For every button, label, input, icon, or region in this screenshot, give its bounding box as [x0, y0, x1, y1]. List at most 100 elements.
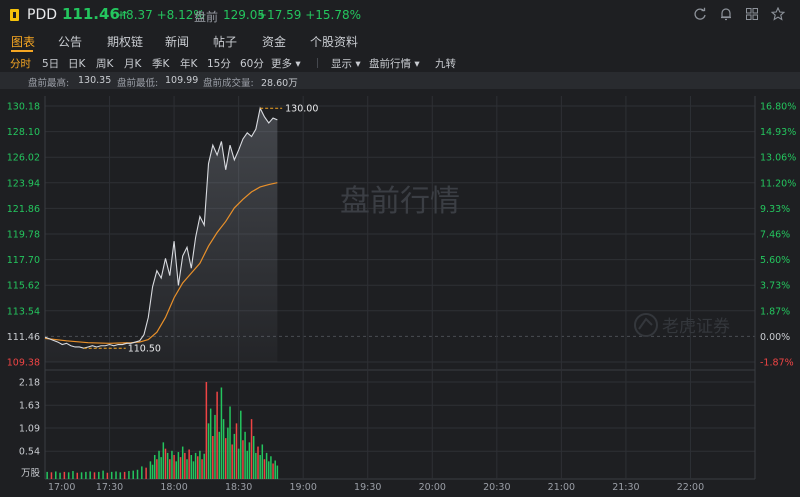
- period-yearly[interactable]: 年K: [180, 56, 197, 71]
- volume-bar: [220, 387, 223, 479]
- time-tick-label: 19:00: [289, 482, 316, 493]
- volume-bar: [274, 460, 276, 479]
- market-flag-icon: [10, 9, 19, 21]
- volume-bar: [67, 472, 70, 479]
- volume-bar: [257, 446, 259, 479]
- period-weekly[interactable]: 周K: [96, 56, 113, 71]
- volume-bar: [162, 442, 165, 479]
- volume-bar: [214, 414, 216, 479]
- volume-bar: [235, 423, 238, 479]
- ticker-symbol: PDD: [27, 7, 58, 23]
- volume-bar: [184, 452, 186, 479]
- refresh-icon[interactable]: [692, 7, 708, 23]
- premarket-stats: 盘前最高: 130.35 盘前最低: 109.99 盘前成交量: 28.60万: [0, 72, 800, 89]
- volume-bar: [166, 452, 169, 479]
- brand-logo: 老虎证券: [634, 313, 730, 337]
- volume-bar: [98, 471, 100, 479]
- volume-bar: [179, 457, 182, 479]
- volume-bar: [248, 442, 251, 479]
- period-15m[interactable]: 15分: [207, 56, 231, 71]
- detail-tabs: 图表 公告 期权链 新闻 帖子 资金 个股资料: [0, 30, 800, 52]
- volume-bar: [173, 455, 175, 479]
- period-more[interactable]: 更多 ▾: [271, 56, 301, 71]
- bell-icon[interactable]: [718, 7, 734, 23]
- nine-turn-toggle[interactable]: 九转: [435, 56, 456, 71]
- price-tick-label: 117.70: [7, 255, 40, 266]
- low-label: 110.50: [128, 344, 161, 355]
- brand-logo-icon: [634, 313, 658, 337]
- high-label: 130.00: [285, 104, 318, 115]
- tab-posts[interactable]: 帖子: [213, 33, 237, 50]
- grid-icon[interactable]: [744, 7, 760, 23]
- volume-unit-label: 万股: [21, 468, 41, 479]
- display-menu[interactable]: 显示 ▾: [331, 56, 361, 71]
- volume-tick-label: 2.18: [19, 378, 40, 389]
- volume-bar: [242, 440, 244, 479]
- period-60m[interactable]: 60分: [240, 56, 264, 71]
- volume-bar: [224, 438, 227, 479]
- volume-bar: [201, 459, 203, 479]
- time-tick-label: 21:00: [548, 482, 575, 493]
- volume-bar: [93, 472, 96, 479]
- volume-bar: [272, 463, 274, 479]
- percent-tick-label: 0.00%: [760, 332, 790, 343]
- volume-bar: [261, 444, 264, 479]
- period-monthly[interactable]: 月K: [124, 56, 141, 71]
- stat-low-value: 109.99: [165, 75, 199, 86]
- period-quarterly[interactable]: 季K: [152, 56, 169, 71]
- tab-capital[interactable]: 资金: [262, 33, 286, 50]
- tab-announcements[interactable]: 公告: [58, 33, 82, 50]
- volume-bar: [59, 472, 61, 479]
- premarket-label: 盘前: [194, 10, 219, 24]
- percent-tick-label: 11.20%: [760, 178, 796, 189]
- volume-bar: [186, 459, 188, 479]
- period-5d[interactable]: 5日: [42, 56, 59, 71]
- brand-name: 老虎证券: [662, 317, 730, 337]
- tab-chart[interactable]: 图表: [11, 33, 35, 50]
- volume-bar: [145, 467, 147, 479]
- premarket-change: +17.59 +15.78%: [257, 8, 362, 22]
- intraday-chart[interactable]: 盘前行情 老虎证券 130.00 110.50 130.18 16.80% 128.1…: [0, 89, 800, 497]
- price-tick-label: 115.62: [7, 281, 40, 292]
- percent-tick-label: 14.93%: [760, 127, 796, 138]
- volume-bar: [72, 471, 74, 479]
- volume-bar: [119, 472, 122, 479]
- period-intraday[interactable]: 分时: [10, 56, 31, 71]
- time-tick-label: 20:00: [419, 482, 446, 493]
- tab-news[interactable]: 新闻: [165, 33, 189, 50]
- volume-bar: [50, 472, 53, 479]
- volume-bar: [197, 456, 199, 479]
- premarket-menu[interactable]: 盘前行情 ▾: [369, 56, 420, 71]
- volume-bar: [231, 444, 233, 479]
- volume-bar: [203, 453, 205, 479]
- watermark: 盘前行情: [340, 184, 460, 219]
- volume-bar: [149, 461, 152, 479]
- percent-tick-label: 9.33%: [760, 204, 790, 215]
- volume-bar: [123, 471, 126, 479]
- volume-bar: [205, 382, 208, 479]
- price-tick-label: 119.78: [7, 230, 40, 241]
- volume-bar: [190, 455, 193, 479]
- quote-header: PDD 111.46↑ +8.37 +8.12% 盘前 129.05 +17.5…: [0, 0, 800, 30]
- time-tick-label: 17:30: [96, 482, 123, 493]
- stat-vol-value: 28.60万: [261, 78, 298, 89]
- volume-tick-label: 1.09: [19, 424, 40, 435]
- price-tick-label: 111.46: [7, 332, 40, 343]
- volume-bar: [160, 457, 162, 479]
- volume-bar: [199, 450, 201, 479]
- volume-bar: [132, 470, 134, 479]
- volume-bar: [244, 431, 246, 479]
- period-daily[interactable]: 日K: [68, 56, 85, 71]
- volume-bar: [207, 423, 210, 479]
- volume-bar: [80, 472, 83, 479]
- volume-bar: [263, 459, 266, 479]
- price-tick-label: 128.10: [7, 127, 40, 138]
- volume-bar: [181, 446, 184, 479]
- volume-bar: [209, 408, 212, 479]
- tab-options-chain[interactable]: 期权链: [107, 33, 143, 50]
- percent-tick-label: 1.87%: [760, 306, 790, 317]
- tab-profile[interactable]: 个股资料: [310, 33, 358, 50]
- volume-bar: [268, 461, 270, 479]
- volume-bar: [246, 450, 248, 479]
- star-icon[interactable]: [770, 6, 786, 23]
